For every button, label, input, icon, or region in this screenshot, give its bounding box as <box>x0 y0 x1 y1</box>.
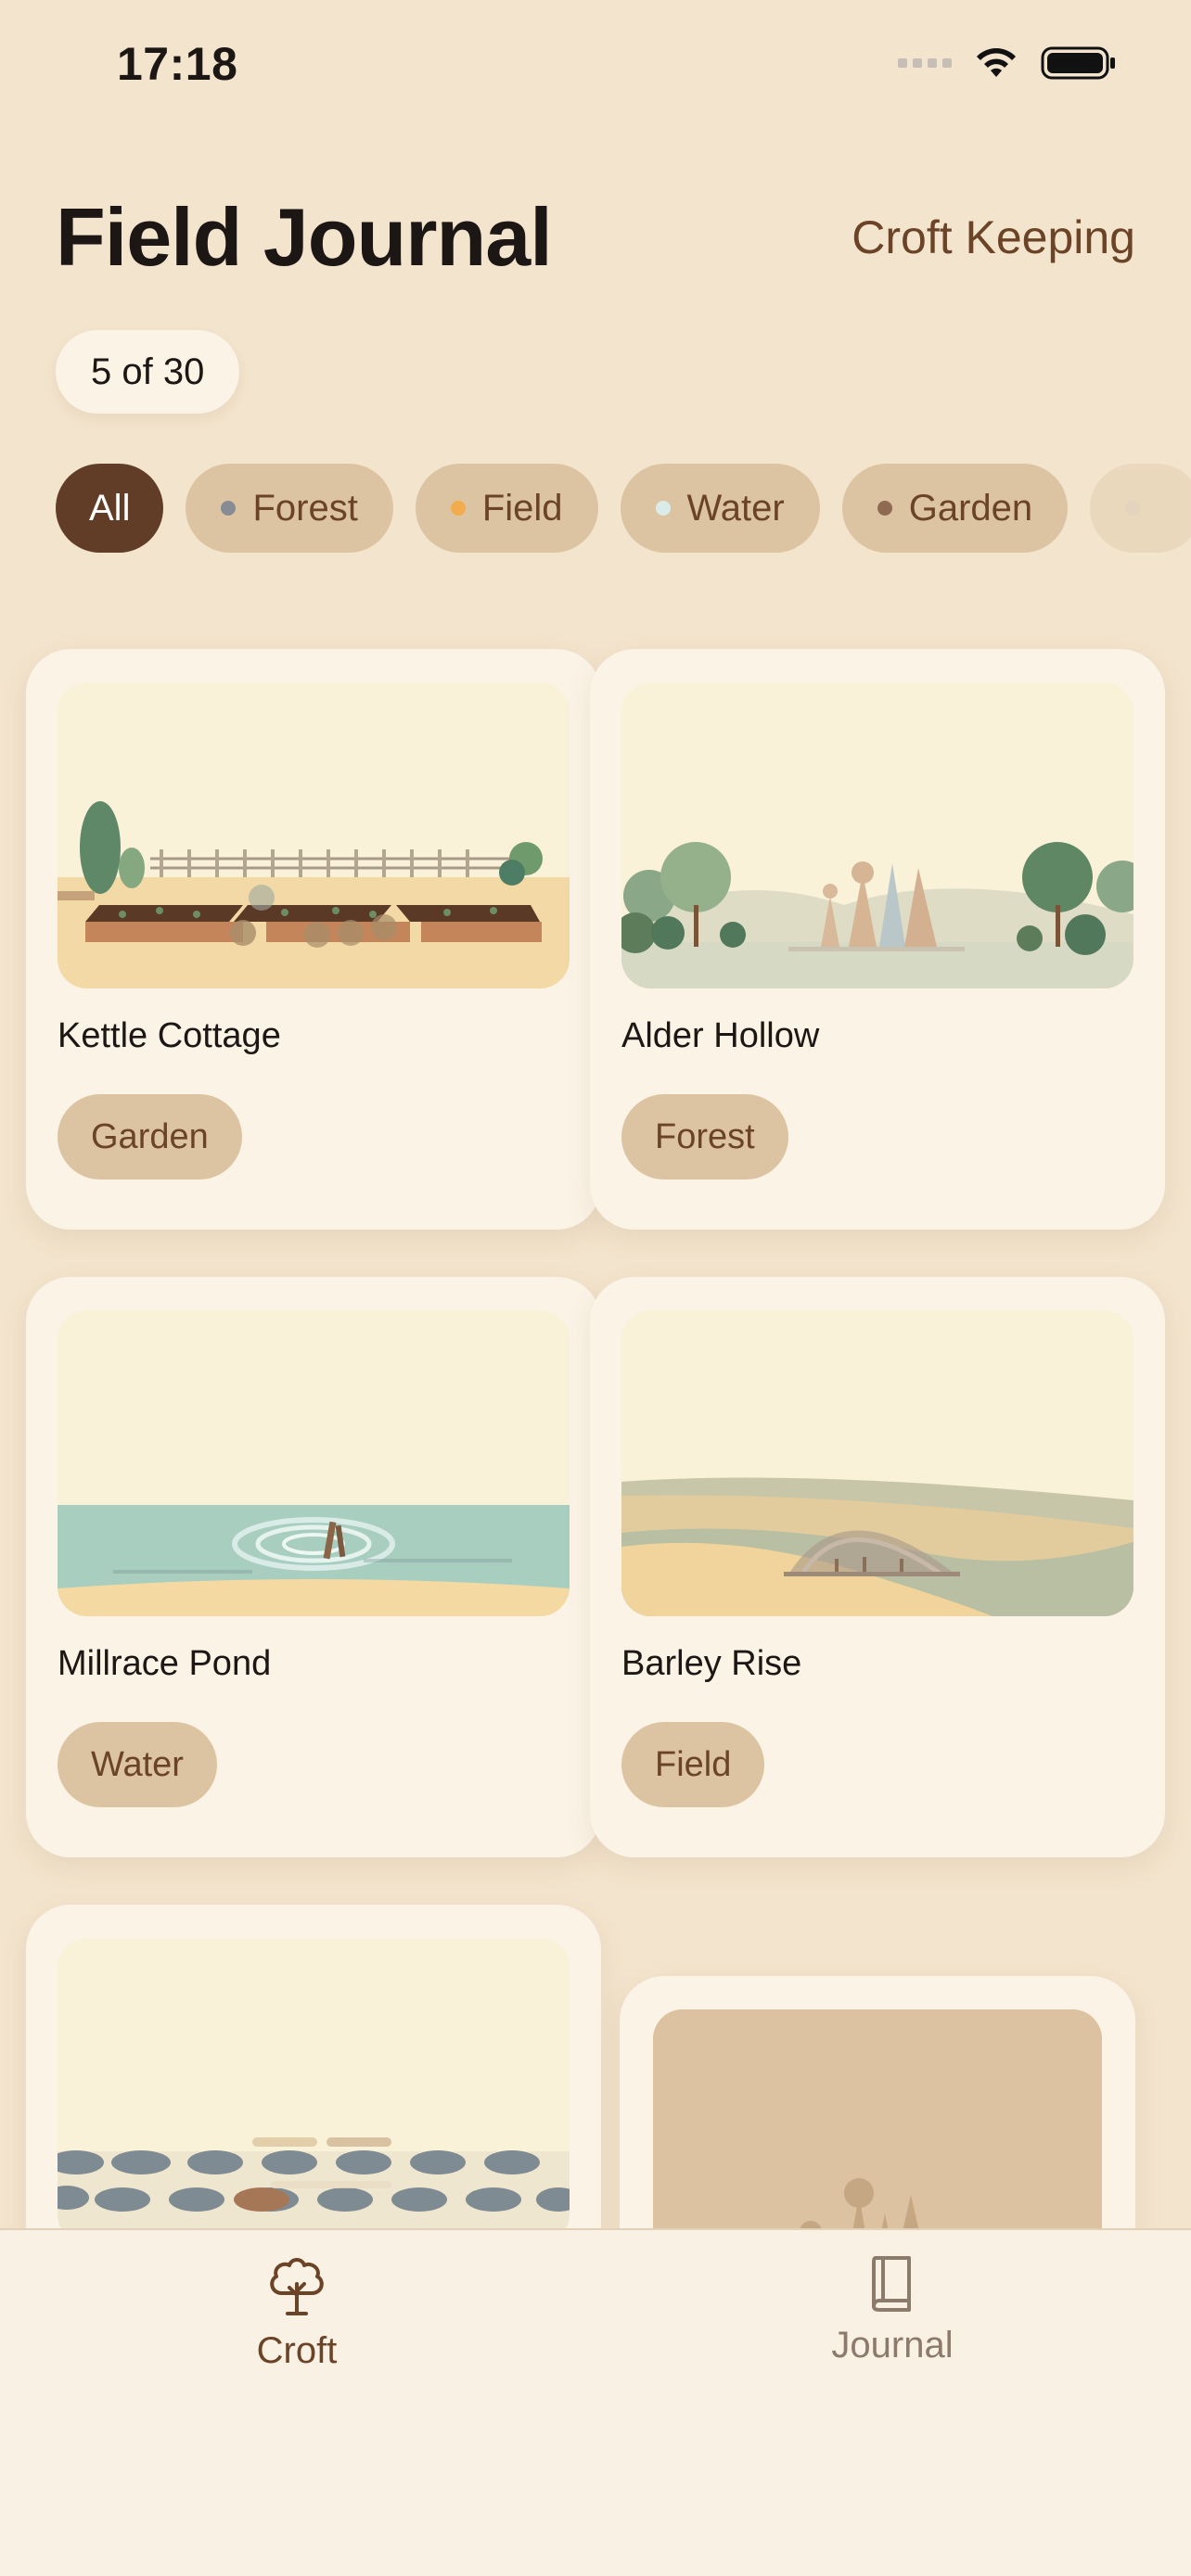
entry-category-tag: Field <box>621 1722 765 1807</box>
water-dot-icon <box>655 501 671 516</box>
book-icon <box>872 2256 911 2312</box>
water-illustration <box>58 1310 570 1616</box>
status-icons <box>898 45 1117 82</box>
entry-card[interactable]: Millrace Pond Water <box>26 1277 601 1857</box>
filter-chip-field[interactable]: Field <box>415 464 598 553</box>
entry-count-badge: 5 of 30 <box>56 330 240 414</box>
tree-icon <box>270 2258 324 2315</box>
entry-card[interactable]: Barley Rise Field <box>590 1277 1165 1857</box>
filter-chip-label: Water <box>686 487 785 529</box>
field-illustration <box>621 1310 1133 1616</box>
header: Field Journal Croft Keeping <box>56 190 1135 292</box>
entry-category-tag: Garden <box>58 1094 242 1180</box>
forest-dot-icon <box>221 501 237 516</box>
entry-title: Kettle Cottage <box>58 1016 281 1055</box>
more-dot-icon <box>1125 501 1141 516</box>
croft-keeping-button[interactable]: Croft Keeping <box>852 210 1135 264</box>
entry-card[interactable]: Kettle Cottage Garden <box>26 649 601 1230</box>
entry-title: Alder Hollow <box>621 1016 820 1055</box>
filter-chip-label: Field <box>481 487 563 529</box>
field-dot-icon <box>450 501 466 516</box>
garden-illustration <box>58 682 570 988</box>
stones-illustration <box>58 1938 570 2244</box>
cellular-signal-icon <box>898 58 952 68</box>
battery-icon <box>1041 46 1115 80</box>
tab-croft[interactable]: Croft <box>158 2252 436 2372</box>
filter-chip-label: Forest <box>252 487 358 529</box>
entry-card[interactable]: Alder Hollow Forest <box>590 649 1165 1230</box>
entry-title: Millrace Pond <box>58 1644 272 1683</box>
wifi-icon <box>977 48 1016 77</box>
filter-chip-label: Garden <box>908 487 1033 529</box>
tab-label: Croft <box>256 2330 338 2371</box>
filter-chips: All Forest Field Water Garden <box>56 464 1191 553</box>
entry-title: Barley Rise <box>621 1644 802 1683</box>
page-title: Field Journal <box>56 191 553 283</box>
status-bar: 17:18 <box>0 0 1191 139</box>
tab-bar: Croft Journal <box>0 2228 1191 2576</box>
filter-chip-more[interactable] <box>1090 464 1191 553</box>
entry-category-tag: Forest <box>621 1094 788 1180</box>
forest-illustration <box>621 682 1133 988</box>
entry-category-tag: Water <box>58 1722 217 1807</box>
status-time: 17:18 <box>117 38 238 90</box>
filter-chip-garden[interactable]: Garden <box>841 464 1069 553</box>
filter-chip-label: All <box>89 487 131 529</box>
filter-chip-water[interactable]: Water <box>620 464 820 553</box>
filter-chip-all[interactable]: All <box>56 464 164 553</box>
tab-label: Journal <box>831 2325 954 2366</box>
tab-journal[interactable]: Journal <box>753 2252 1031 2366</box>
filter-chip-forest[interactable]: Forest <box>186 464 393 553</box>
garden-dot-icon <box>877 501 892 516</box>
